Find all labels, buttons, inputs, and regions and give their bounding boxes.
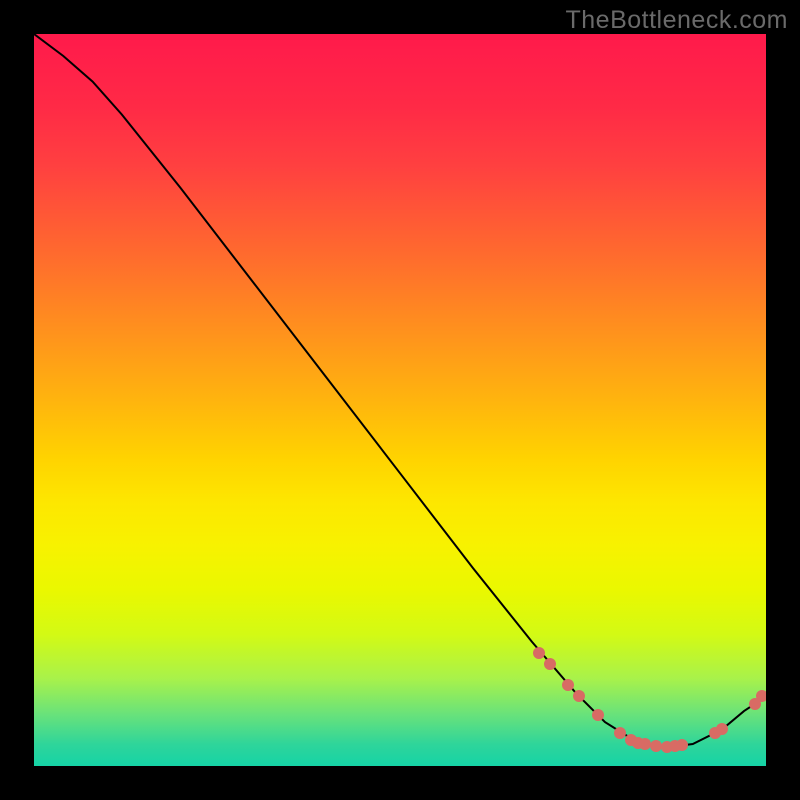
chart-marker [544,658,556,670]
chart-curve-svg [34,34,766,766]
chart-marker [592,709,604,721]
watermark-label: TheBottleneck.com [566,6,789,35]
chart-marker [716,723,728,735]
chart-marker [533,647,545,659]
chart-marker [614,727,626,739]
chart-marker [756,690,766,702]
chart-marker [676,739,688,751]
chart-plot-area [34,34,766,766]
